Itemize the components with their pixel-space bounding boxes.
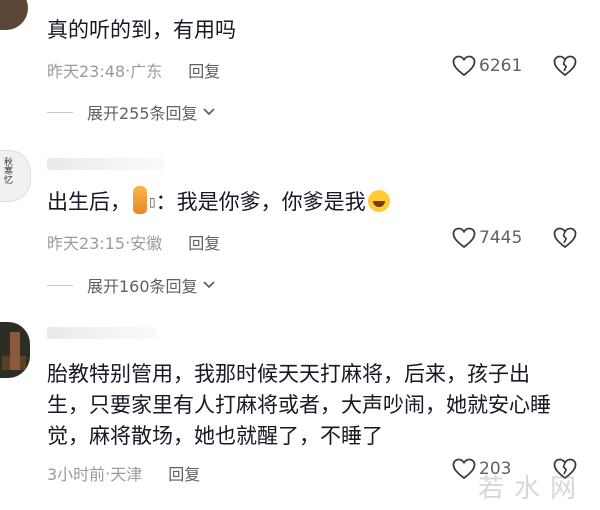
heart-outline-icon xyxy=(452,55,476,77)
avatar[interactable]: 秋寒忆 xyxy=(0,150,31,202)
comment-meta: 昨天23:15 · 安徽 回复 xyxy=(47,230,220,254)
like-button[interactable]: 6261 xyxy=(452,55,522,77)
comment-text-line: 生，只要家里有人打麻将或者，大声吵闹，她就安心睡 xyxy=(47,393,551,417)
username-blurred[interactable] xyxy=(47,327,157,339)
dislike-button[interactable] xyxy=(553,55,577,81)
comment-meta: 3小时前 · 天津 回复 xyxy=(47,461,200,485)
comment-meta: 昨天23:48 · 广东 回复 xyxy=(47,58,220,82)
heart-outline-icon xyxy=(452,227,476,249)
divider xyxy=(47,111,73,113)
chevron-down-icon xyxy=(202,281,215,289)
like-count: 6261 xyxy=(479,56,523,76)
laughing-emoji-icon xyxy=(367,190,390,212)
comment-location: 天津 xyxy=(110,465,143,484)
baby-bottle-emoji xyxy=(133,186,147,214)
comment-time: 3小时前 xyxy=(47,465,106,484)
like-count: 7445 xyxy=(479,228,523,248)
expand-replies-button[interactable]: 展开255条回复 xyxy=(47,100,216,124)
comment-text-line: 觉，麻将散场，她也就醒了，不睡了 xyxy=(47,424,383,448)
comment-text-part: ：我是你爹，你爹是我 xyxy=(155,190,366,214)
baby-emoji-icon: ▯ xyxy=(149,195,156,209)
avatar[interactable] xyxy=(0,322,30,378)
divider xyxy=(47,284,73,286)
broken-heart-icon xyxy=(553,227,577,249)
avatar[interactable] xyxy=(0,0,28,30)
comment-text-part: 出生后， xyxy=(47,190,131,214)
like-button[interactable]: 7445 xyxy=(452,227,522,249)
broken-heart-icon xyxy=(553,55,577,77)
heart-outline-icon xyxy=(452,458,476,480)
comment-text-line: 胎教特别管用，我那时候天天打麻将，后来，孩子出 xyxy=(47,362,530,386)
comment-location: 安徽 xyxy=(130,234,163,253)
reply-button[interactable]: 回复 xyxy=(168,461,200,485)
comment-text: 出生后， ▯：我是你爹，你爹是我 xyxy=(47,186,390,217)
avatar-logo: 秋寒忆 xyxy=(4,158,14,186)
comment-time: 昨天23:15 xyxy=(47,234,126,253)
avatar-image-detail xyxy=(10,332,20,370)
comment-text: 真的听的到，有用吗 xyxy=(47,18,236,42)
watermark: 若水网 xyxy=(478,474,587,504)
expand-replies-button[interactable]: 展开160条回复 xyxy=(47,273,216,297)
comment-time: 昨天23:48 xyxy=(47,62,126,81)
expand-replies-label: 展开160条回复 xyxy=(87,277,198,296)
reply-button[interactable]: 回复 xyxy=(188,230,220,254)
expand-replies-label: 展开255条回复 xyxy=(87,104,198,123)
reply-button[interactable]: 回复 xyxy=(188,58,220,82)
dislike-button[interactable] xyxy=(553,227,577,253)
chevron-down-icon xyxy=(202,108,215,116)
comment-location: 广东 xyxy=(130,62,163,81)
username-blurred[interactable] xyxy=(47,158,165,170)
